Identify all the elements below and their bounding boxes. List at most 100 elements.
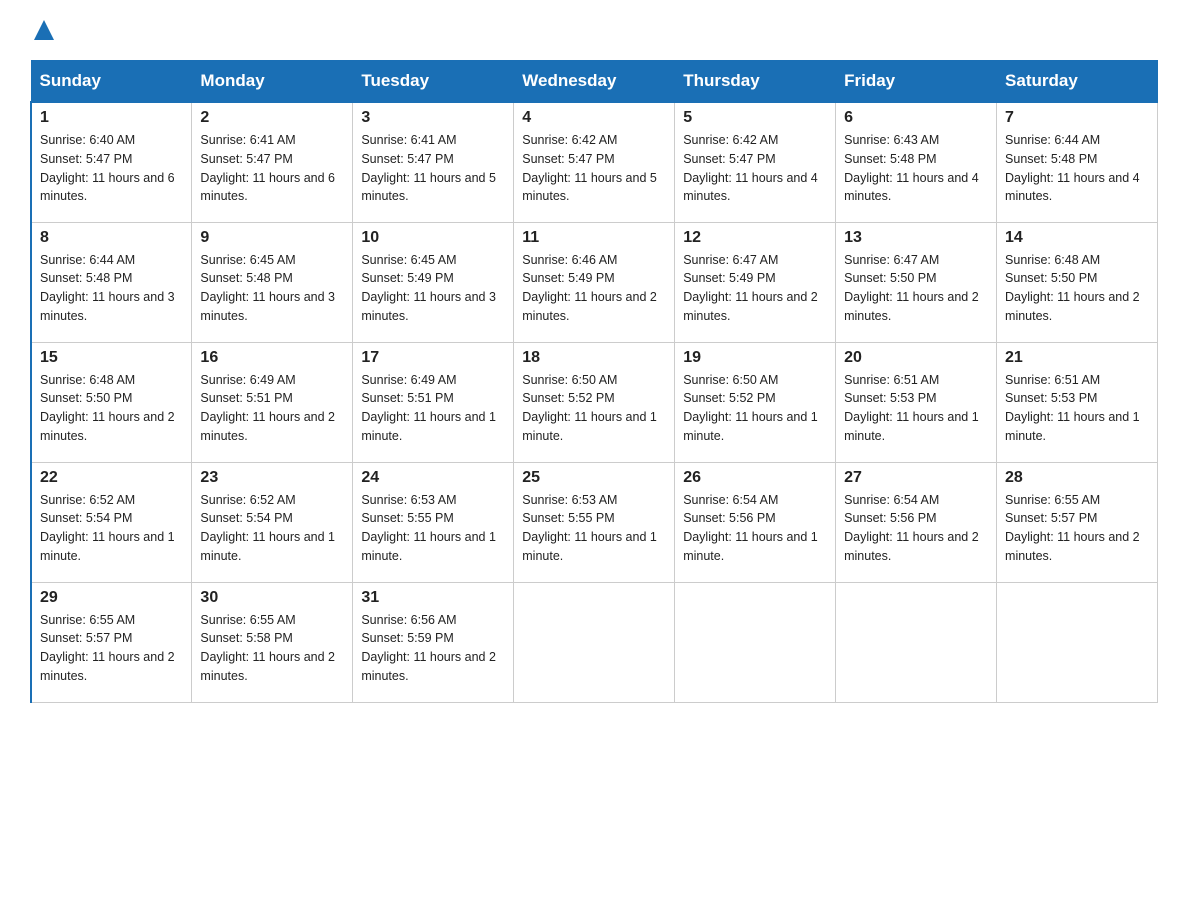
day-number: 1 — [40, 109, 183, 127]
day-info: Sunrise: 6:40 AM Sunset: 5:47 PM Dayligh… — [40, 131, 183, 206]
calendar-cell: 2 Sunrise: 6:41 AM Sunset: 5:47 PM Dayli… — [192, 102, 353, 222]
weekday-header-row: SundayMondayTuesdayWednesdayThursdayFrid… — [31, 61, 1158, 103]
calendar-cell: 8 Sunrise: 6:44 AM Sunset: 5:48 PM Dayli… — [31, 222, 192, 342]
calendar-week-row: 1 Sunrise: 6:40 AM Sunset: 5:47 PM Dayli… — [31, 102, 1158, 222]
day-number: 8 — [40, 229, 183, 247]
calendar-cell: 14 Sunrise: 6:48 AM Sunset: 5:50 PM Dayl… — [997, 222, 1158, 342]
day-number: 11 — [522, 229, 666, 247]
day-number: 22 — [40, 469, 183, 487]
day-info: Sunrise: 6:50 AM Sunset: 5:52 PM Dayligh… — [522, 371, 666, 446]
day-number: 6 — [844, 109, 988, 127]
calendar-cell: 16 Sunrise: 6:49 AM Sunset: 5:51 PM Dayl… — [192, 342, 353, 462]
calendar-cell: 25 Sunrise: 6:53 AM Sunset: 5:55 PM Dayl… — [514, 462, 675, 582]
day-number: 25 — [522, 469, 666, 487]
day-number: 3 — [361, 109, 505, 127]
calendar-cell: 1 Sunrise: 6:40 AM Sunset: 5:47 PM Dayli… — [31, 102, 192, 222]
calendar-cell — [675, 582, 836, 702]
day-info: Sunrise: 6:48 AM Sunset: 5:50 PM Dayligh… — [40, 371, 183, 446]
day-info: Sunrise: 6:44 AM Sunset: 5:48 PM Dayligh… — [1005, 131, 1149, 206]
day-number: 30 — [200, 589, 344, 607]
calendar-cell: 24 Sunrise: 6:53 AM Sunset: 5:55 PM Dayl… — [353, 462, 514, 582]
day-info: Sunrise: 6:43 AM Sunset: 5:48 PM Dayligh… — [844, 131, 988, 206]
calendar-cell: 26 Sunrise: 6:54 AM Sunset: 5:56 PM Dayl… — [675, 462, 836, 582]
day-info: Sunrise: 6:41 AM Sunset: 5:47 PM Dayligh… — [361, 131, 505, 206]
day-number: 31 — [361, 589, 505, 607]
day-info: Sunrise: 6:54 AM Sunset: 5:56 PM Dayligh… — [683, 491, 827, 566]
day-info: Sunrise: 6:42 AM Sunset: 5:47 PM Dayligh… — [683, 131, 827, 206]
day-number: 24 — [361, 469, 505, 487]
day-info: Sunrise: 6:41 AM Sunset: 5:47 PM Dayligh… — [200, 131, 344, 206]
day-number: 29 — [40, 589, 183, 607]
day-number: 27 — [844, 469, 988, 487]
day-number: 23 — [200, 469, 344, 487]
calendar-cell: 28 Sunrise: 6:55 AM Sunset: 5:57 PM Dayl… — [997, 462, 1158, 582]
calendar-cell — [836, 582, 997, 702]
calendar-cell: 3 Sunrise: 6:41 AM Sunset: 5:47 PM Dayli… — [353, 102, 514, 222]
day-info: Sunrise: 6:50 AM Sunset: 5:52 PM Dayligh… — [683, 371, 827, 446]
day-info: Sunrise: 6:47 AM Sunset: 5:50 PM Dayligh… — [844, 251, 988, 326]
logo-triangle-icon — [34, 20, 54, 40]
day-info: Sunrise: 6:56 AM Sunset: 5:59 PM Dayligh… — [361, 611, 505, 686]
calendar-body: 1 Sunrise: 6:40 AM Sunset: 5:47 PM Dayli… — [31, 102, 1158, 702]
day-number: 21 — [1005, 349, 1149, 367]
day-number: 28 — [1005, 469, 1149, 487]
day-number: 16 — [200, 349, 344, 367]
weekday-header-wednesday: Wednesday — [514, 61, 675, 103]
day-info: Sunrise: 6:52 AM Sunset: 5:54 PM Dayligh… — [40, 491, 183, 566]
day-info: Sunrise: 6:55 AM Sunset: 5:57 PM Dayligh… — [40, 611, 183, 686]
calendar-cell: 31 Sunrise: 6:56 AM Sunset: 5:59 PM Dayl… — [353, 582, 514, 702]
calendar-cell: 9 Sunrise: 6:45 AM Sunset: 5:48 PM Dayli… — [192, 222, 353, 342]
day-info: Sunrise: 6:46 AM Sunset: 5:49 PM Dayligh… — [522, 251, 666, 326]
day-number: 9 — [200, 229, 344, 247]
logo — [30, 20, 54, 40]
day-number: 19 — [683, 349, 827, 367]
day-info: Sunrise: 6:47 AM Sunset: 5:49 PM Dayligh… — [683, 251, 827, 326]
day-info: Sunrise: 6:52 AM Sunset: 5:54 PM Dayligh… — [200, 491, 344, 566]
day-info: Sunrise: 6:45 AM Sunset: 5:49 PM Dayligh… — [361, 251, 505, 326]
weekday-header-sunday: Sunday — [31, 61, 192, 103]
day-info: Sunrise: 6:53 AM Sunset: 5:55 PM Dayligh… — [361, 491, 505, 566]
calendar-week-row: 29 Sunrise: 6:55 AM Sunset: 5:57 PM Dayl… — [31, 582, 1158, 702]
day-number: 5 — [683, 109, 827, 127]
day-number: 15 — [40, 349, 183, 367]
calendar-cell: 10 Sunrise: 6:45 AM Sunset: 5:49 PM Dayl… — [353, 222, 514, 342]
day-number: 10 — [361, 229, 505, 247]
day-info: Sunrise: 6:51 AM Sunset: 5:53 PM Dayligh… — [1005, 371, 1149, 446]
weekday-header-saturday: Saturday — [997, 61, 1158, 103]
weekday-header-monday: Monday — [192, 61, 353, 103]
day-info: Sunrise: 6:55 AM Sunset: 5:58 PM Dayligh… — [200, 611, 344, 686]
calendar-cell: 18 Sunrise: 6:50 AM Sunset: 5:52 PM Dayl… — [514, 342, 675, 462]
calendar-cell: 20 Sunrise: 6:51 AM Sunset: 5:53 PM Dayl… — [836, 342, 997, 462]
calendar-cell: 29 Sunrise: 6:55 AM Sunset: 5:57 PM Dayl… — [31, 582, 192, 702]
day-info: Sunrise: 6:44 AM Sunset: 5:48 PM Dayligh… — [40, 251, 183, 326]
day-number: 14 — [1005, 229, 1149, 247]
day-number: 7 — [1005, 109, 1149, 127]
calendar-cell: 23 Sunrise: 6:52 AM Sunset: 5:54 PM Dayl… — [192, 462, 353, 582]
day-info: Sunrise: 6:53 AM Sunset: 5:55 PM Dayligh… — [522, 491, 666, 566]
calendar-cell: 7 Sunrise: 6:44 AM Sunset: 5:48 PM Dayli… — [997, 102, 1158, 222]
calendar-cell: 17 Sunrise: 6:49 AM Sunset: 5:51 PM Dayl… — [353, 342, 514, 462]
calendar-cell — [514, 582, 675, 702]
calendar-cell: 22 Sunrise: 6:52 AM Sunset: 5:54 PM Dayl… — [31, 462, 192, 582]
calendar-cell: 6 Sunrise: 6:43 AM Sunset: 5:48 PM Dayli… — [836, 102, 997, 222]
weekday-header-tuesday: Tuesday — [353, 61, 514, 103]
calendar-cell: 5 Sunrise: 6:42 AM Sunset: 5:47 PM Dayli… — [675, 102, 836, 222]
calendar-cell: 4 Sunrise: 6:42 AM Sunset: 5:47 PM Dayli… — [514, 102, 675, 222]
calendar-cell: 15 Sunrise: 6:48 AM Sunset: 5:50 PM Dayl… — [31, 342, 192, 462]
day-number: 26 — [683, 469, 827, 487]
day-info: Sunrise: 6:49 AM Sunset: 5:51 PM Dayligh… — [200, 371, 344, 446]
calendar-week-row: 8 Sunrise: 6:44 AM Sunset: 5:48 PM Dayli… — [31, 222, 1158, 342]
calendar-week-row: 22 Sunrise: 6:52 AM Sunset: 5:54 PM Dayl… — [31, 462, 1158, 582]
day-number: 17 — [361, 349, 505, 367]
weekday-header-thursday: Thursday — [675, 61, 836, 103]
calendar-cell: 21 Sunrise: 6:51 AM Sunset: 5:53 PM Dayl… — [997, 342, 1158, 462]
calendar-week-row: 15 Sunrise: 6:48 AM Sunset: 5:50 PM Dayl… — [31, 342, 1158, 462]
calendar-cell: 27 Sunrise: 6:54 AM Sunset: 5:56 PM Dayl… — [836, 462, 997, 582]
weekday-header-friday: Friday — [836, 61, 997, 103]
day-number: 13 — [844, 229, 988, 247]
calendar-cell: 11 Sunrise: 6:46 AM Sunset: 5:49 PM Dayl… — [514, 222, 675, 342]
day-info: Sunrise: 6:45 AM Sunset: 5:48 PM Dayligh… — [200, 251, 344, 326]
page-header — [30, 20, 1158, 40]
day-info: Sunrise: 6:51 AM Sunset: 5:53 PM Dayligh… — [844, 371, 988, 446]
day-number: 2 — [200, 109, 344, 127]
